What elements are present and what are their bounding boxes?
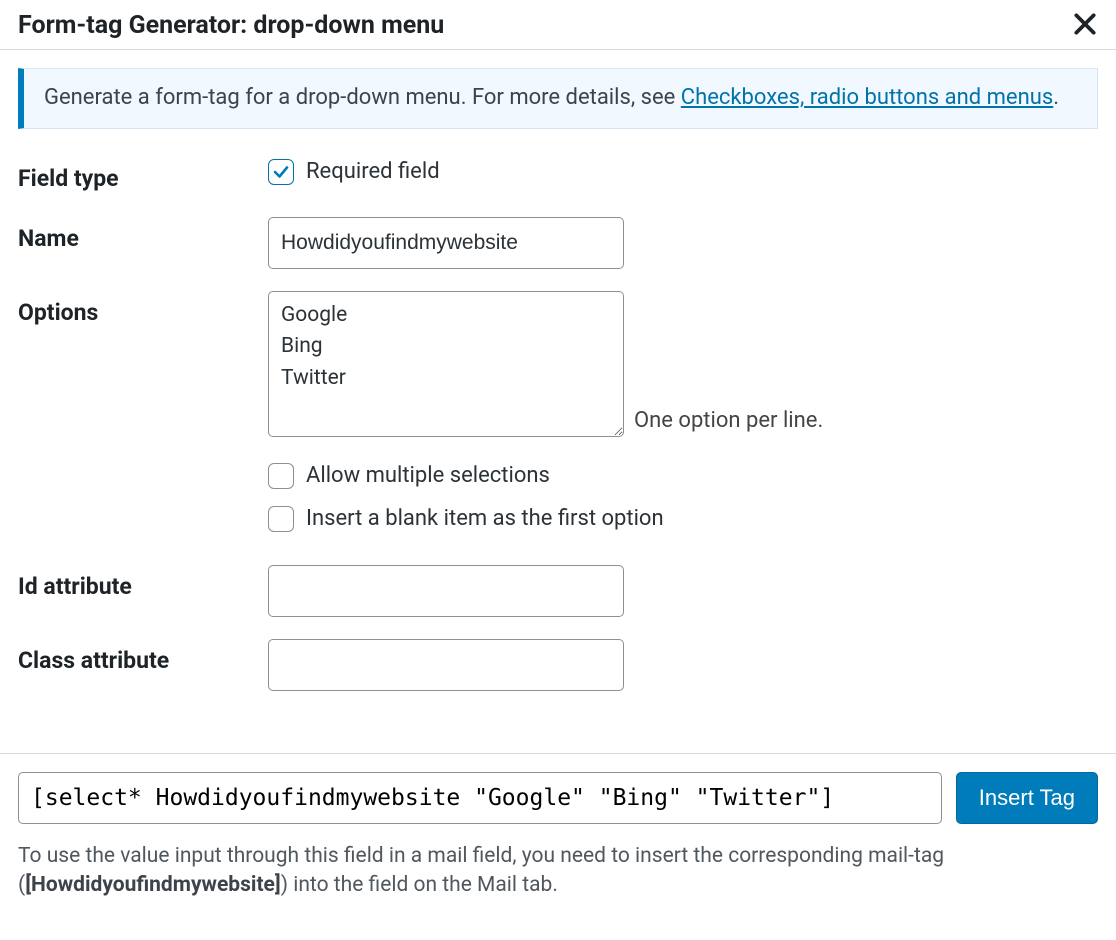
row-id-attr: Id attribute [18, 565, 1098, 617]
footer: Insert Tag [0, 754, 1116, 832]
dialog-title: Form-tag Generator: drop-down menu [18, 8, 444, 43]
allow-multiple-label: Allow multiple selections [306, 461, 550, 492]
name-input[interactable] [268, 217, 624, 269]
label-options: Options [18, 291, 268, 329]
options-hint: One option per line. [634, 406, 823, 437]
info-box: Generate a form-tag for a drop-down menu… [18, 68, 1098, 129]
required-field-option[interactable]: Required field [268, 157, 1098, 188]
mail-note-post: ) into the field on the Mail tab. [281, 873, 558, 897]
row-options: Options One option per line. Allow multi… [18, 291, 1098, 535]
info-suffix: . [1053, 85, 1059, 110]
insert-tag-button[interactable]: Insert Tag [956, 772, 1098, 824]
allow-multiple-option[interactable]: Allow multiple selections [268, 461, 1098, 492]
tag-output[interactable] [18, 772, 942, 824]
label-name: Name [18, 217, 268, 255]
required-label: Required field [306, 157, 440, 188]
mail-tag: [Howdidyoufindmywebsite] [25, 873, 281, 897]
info-link[interactable]: Checkboxes, radio buttons and menus [681, 85, 1053, 110]
allow-multiple-checkbox[interactable] [268, 463, 294, 489]
close-icon[interactable] [1072, 9, 1098, 43]
row-field-type: Field type Required field [18, 157, 1098, 195]
insert-blank-label: Insert a blank item as the first option [306, 504, 664, 535]
label-class-attr: Class attribute [18, 639, 268, 677]
required-checkbox[interactable] [268, 159, 294, 185]
dialog-header: Form-tag Generator: drop-down menu [0, 0, 1116, 50]
label-id-attr: Id attribute [18, 565, 268, 603]
form-area: Field type Required field Name Options [0, 157, 1116, 721]
insert-blank-checkbox[interactable] [268, 506, 294, 532]
class-attr-input[interactable] [268, 639, 624, 691]
check-icon [272, 163, 290, 181]
label-field-type: Field type [18, 157, 268, 195]
mail-note: To use the value input through this fiel… [0, 832, 1116, 919]
insert-blank-option[interactable]: Insert a blank item as the first option [268, 504, 1098, 535]
row-class-attr: Class attribute [18, 639, 1098, 691]
form-tag-generator-dialog: Form-tag Generator: drop-down menu Gener… [0, 0, 1116, 918]
options-textarea[interactable] [268, 291, 624, 437]
info-text: Generate a form-tag for a drop-down menu… [44, 85, 681, 110]
id-attr-input[interactable] [268, 565, 624, 617]
row-name: Name [18, 217, 1098, 269]
